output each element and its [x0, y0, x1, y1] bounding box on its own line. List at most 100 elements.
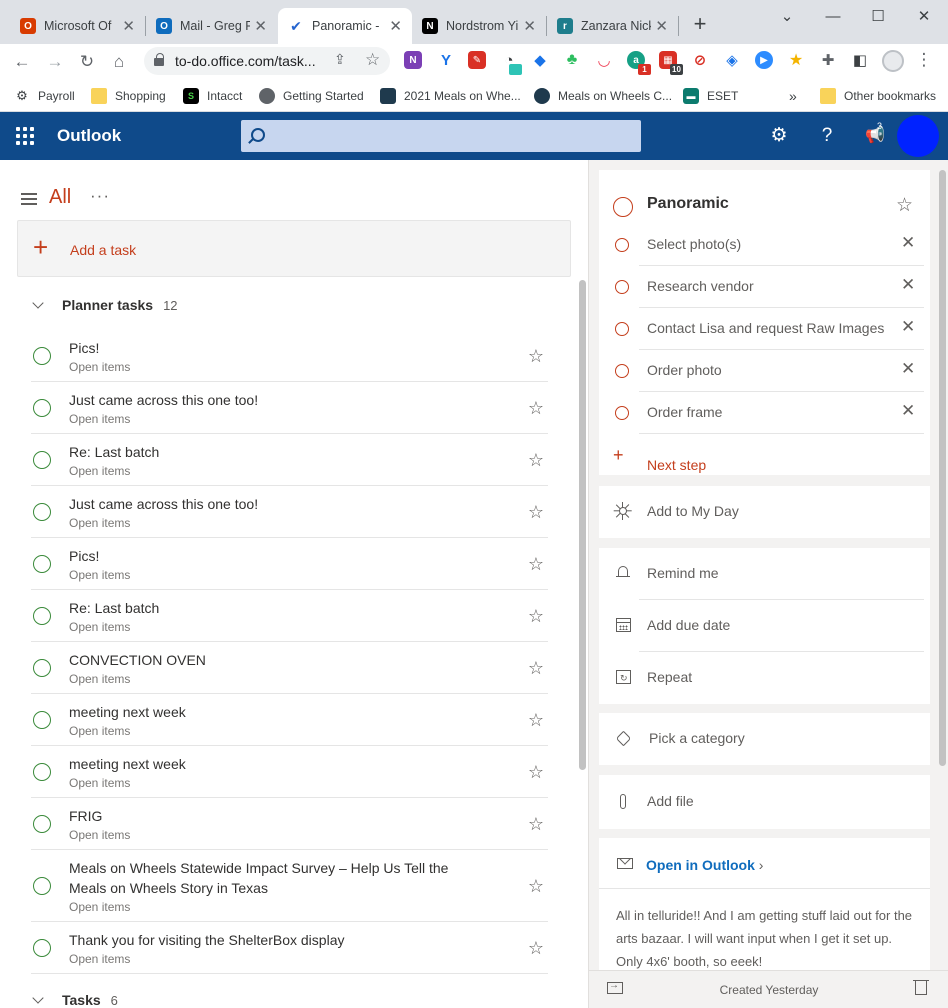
onenote-extension-icon[interactable]: N — [404, 51, 422, 69]
importance-star-icon[interactable]: ☆ — [896, 194, 913, 217]
complete-checkbox[interactable] — [33, 762, 51, 781]
detail-scrollbar[interactable] — [939, 170, 946, 766]
open-in-outlook-link[interactable]: Open in Outlook › — [646, 857, 763, 873]
group-header-tasks[interactable]: Tasks 6 — [30, 990, 118, 1008]
importance-star-icon[interactable]: ☆ — [528, 710, 544, 731]
app-launcher-icon[interactable] — [16, 127, 34, 145]
step-item[interactable]: Select photo(s) ✕ — [599, 224, 930, 266]
complete-checkbox[interactable] — [33, 606, 51, 625]
star-extension-icon[interactable]: ★ — [787, 51, 805, 69]
browser-tab-panoramic[interactable]: ✔ Panoramic - ✕ — [278, 8, 412, 44]
add-file-button[interactable]: Add file — [599, 775, 930, 829]
chrome-menu-icon[interactable]: ⋮ — [914, 48, 934, 72]
step-item[interactable]: Research vendor ✕ — [599, 266, 930, 308]
layers-icon[interactable]: ◈ — [723, 51, 741, 69]
remove-step-icon[interactable]: ✕ — [901, 359, 915, 379]
task-row[interactable]: meeting next week Open items ☆ — [31, 694, 548, 746]
maximize-icon[interactable]: ☐ — [861, 6, 895, 28]
remove-step-icon[interactable]: ✕ — [901, 317, 915, 337]
browser-tab-nordstrom[interactable]: N Nordstrom Yi ✕ — [412, 8, 546, 44]
close-window-icon[interactable]: ✕ — [907, 6, 941, 28]
step-checkbox[interactable] — [615, 280, 629, 294]
importance-star-icon[interactable]: ☆ — [528, 502, 544, 523]
step-item[interactable]: Contact Lisa and request Raw Images ✕ — [599, 308, 930, 350]
address-bar[interactable]: to-do.office.com/task... ⇪ ☆ — [144, 47, 390, 75]
extension-y-icon[interactable]: Y — [437, 51, 455, 69]
app-brand[interactable]: Outlook — [57, 126, 121, 146]
close-tab-icon[interactable]: ✕ — [122, 17, 135, 35]
complete-checkbox[interactable] — [33, 938, 51, 957]
side-panel-icon[interactable]: ◧ — [851, 51, 869, 69]
help-icon[interactable]: ? — [815, 124, 839, 148]
complete-checkbox[interactable] — [33, 346, 51, 365]
back-arrow-icon[interactable]: ← — [10, 50, 34, 74]
task-note[interactable]: All in telluride!! And I am getting stuf… — [616, 904, 921, 970]
zoom-icon[interactable]: ▶ — [755, 51, 773, 69]
step-item[interactable]: Order frame ✕ — [599, 392, 930, 434]
importance-star-icon[interactable]: ☆ — [528, 398, 544, 419]
importance-star-icon[interactable]: ☆ — [528, 876, 544, 897]
task-row[interactable]: Meals on Wheels Statewide Impact Survey … — [31, 850, 548, 922]
extension-red-icon[interactable]: ✎ — [468, 51, 486, 69]
importance-star-icon[interactable]: ☆ — [528, 658, 544, 679]
repeat-button[interactable]: Repeat — [599, 652, 930, 704]
step-item[interactable]: Order photo ✕ — [599, 350, 930, 392]
group-header-planner[interactable]: Planner tasks 12 — [30, 295, 178, 315]
new-tab-button[interactable]: + — [688, 12, 712, 36]
minimize-icon[interactable]: — — [816, 6, 850, 28]
search-input[interactable] — [241, 120, 641, 152]
bookmark-eset[interactable]: ▬ ESET — [683, 86, 738, 106]
hamburger-menu-icon[interactable] — [21, 193, 37, 205]
plus-icon[interactable]: + — [613, 445, 624, 466]
complete-checkbox[interactable] — [613, 197, 633, 217]
browser-tab-zanzara[interactable]: r Zanzara Nick ✕ — [547, 8, 678, 44]
megaphone-icon[interactable]: 📢 — [863, 124, 887, 148]
step-checkbox[interactable] — [615, 406, 629, 420]
importance-star-icon[interactable]: ☆ — [528, 346, 544, 367]
task-row[interactable]: Re: Last batch Open items ☆ — [31, 590, 548, 642]
graduation-cap-icon[interactable]: ◆ — [531, 51, 549, 69]
browser-tab-office[interactable]: O Microsoft Of ✕ — [10, 8, 145, 44]
task-list-scrollbar[interactable] — [579, 280, 586, 770]
bookmark-meals-c[interactable]: Meals on Wheels C... — [534, 86, 672, 106]
task-row[interactable]: FRIG Open items ☆ — [31, 798, 548, 850]
home-icon[interactable]: ⌂ — [107, 50, 131, 74]
task-row[interactable]: Pics! Open items ☆ — [31, 330, 548, 382]
remove-step-icon[interactable]: ✕ — [901, 275, 915, 295]
close-tab-icon[interactable]: ✕ — [523, 17, 536, 35]
task-row[interactable]: Just came across this one too! Open items… — [31, 486, 548, 538]
task-row[interactable]: Just came across this one too! Open items… — [31, 382, 548, 434]
other-bookmarks[interactable]: Other bookmarks — [820, 86, 936, 106]
importance-star-icon[interactable]: ☆ — [528, 606, 544, 627]
bookmark-star-icon[interactable]: ☆ — [365, 50, 380, 70]
url-text[interactable]: to-do.office.com/task... — [175, 53, 316, 69]
close-tab-icon[interactable]: ✕ — [389, 17, 402, 35]
reload-icon[interactable]: ↻ — [75, 50, 99, 74]
add-to-my-day-button[interactable]: Add to My Day — [599, 486, 930, 538]
complete-checkbox[interactable] — [33, 554, 51, 573]
calendar-extension-icon[interactable]: ▦ 10 — [659, 51, 683, 75]
task-row[interactable]: CONVECTION OVEN Open items ☆ — [31, 642, 548, 694]
importance-star-icon[interactable]: ☆ — [528, 450, 544, 471]
evernote-icon[interactable]: ♣ — [563, 51, 581, 69]
lastpass-icon[interactable]: ⊘ — [691, 51, 709, 69]
chrome-profile-avatar[interactable] — [882, 50, 904, 72]
step-checkbox[interactable] — [615, 364, 629, 378]
step-checkbox[interactable] — [615, 238, 629, 252]
pick-category-button[interactable]: Pick a category — [599, 713, 930, 765]
bookmark-meals-2021[interactable]: 2021 Meals on Whe... — [380, 86, 521, 106]
complete-checkbox[interactable] — [33, 710, 51, 729]
forward-arrow-icon[interactable]: → — [43, 50, 67, 74]
task-row[interactable]: Pics! Open items ☆ — [31, 538, 548, 590]
task-title[interactable]: Panoramic — [647, 195, 729, 213]
user-avatar[interactable] — [897, 115, 939, 157]
close-tab-icon[interactable]: ✕ — [655, 17, 668, 35]
importance-star-icon[interactable]: ☆ — [528, 938, 544, 959]
step-checkbox[interactable] — [615, 322, 629, 336]
list-options-icon[interactable]: ··· — [90, 186, 110, 206]
speed-extension-icon[interactable]: ◔ — [500, 51, 522, 75]
bookmark-shopping[interactable]: Shopping — [91, 86, 166, 106]
close-tab-icon[interactable]: ✕ — [254, 17, 267, 35]
importance-star-icon[interactable]: ☆ — [528, 554, 544, 575]
remove-step-icon[interactable]: ✕ — [901, 233, 915, 253]
